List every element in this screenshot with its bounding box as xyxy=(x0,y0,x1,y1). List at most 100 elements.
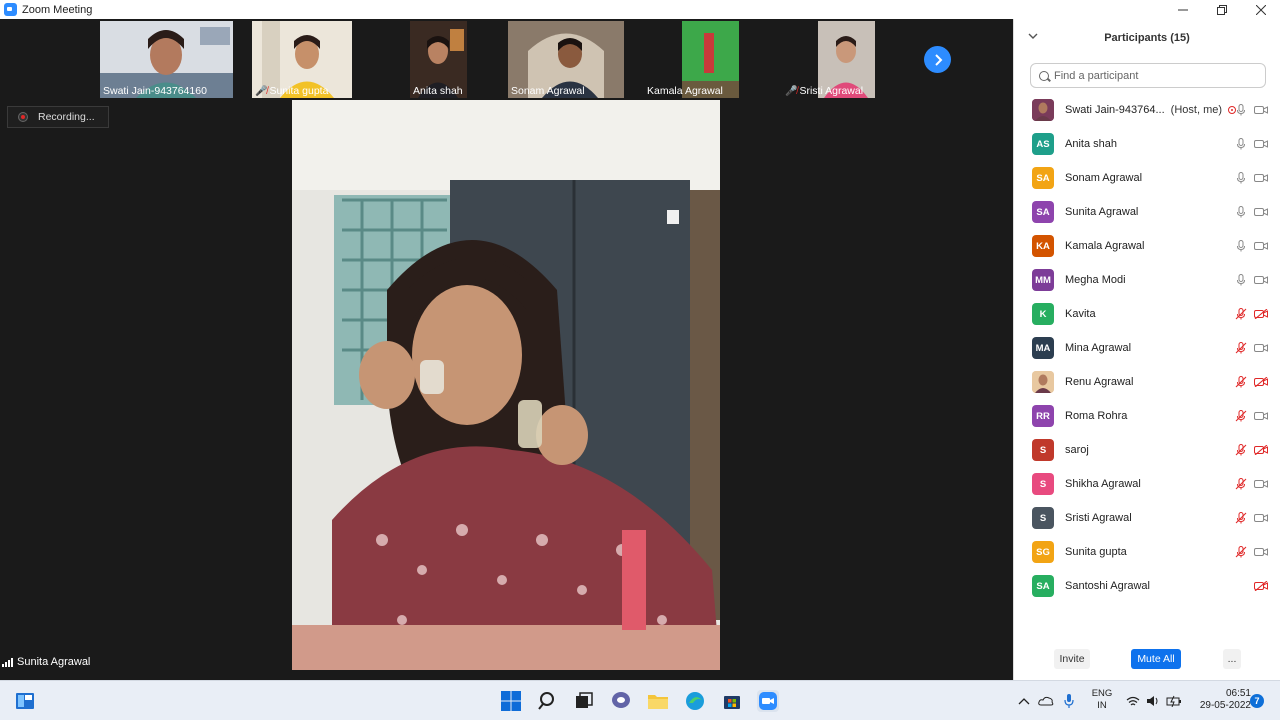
mic-muted-icon[interactable] xyxy=(1235,342,1247,354)
maximize-button[interactable] xyxy=(1202,0,1241,19)
microphone-icon[interactable] xyxy=(1235,138,1247,150)
mic-muted-icon[interactable] xyxy=(1235,410,1247,422)
thumbnail-name: Anita shah xyxy=(413,85,463,97)
mute-all-button[interactable]: Mute All xyxy=(1131,649,1181,669)
mic-muted-icon[interactable] xyxy=(1235,478,1247,490)
microphone-icon[interactable] xyxy=(1235,274,1247,286)
video-off-icon[interactable] xyxy=(1254,377,1268,387)
active-speaker-name: Sunita Agrawal xyxy=(17,656,91,668)
edge-browser-button[interactable] xyxy=(684,690,706,712)
participant-row[interactable]: S Shikha Agrawal xyxy=(1014,467,1280,501)
microphone-icon[interactable] xyxy=(1235,172,1247,184)
video-camera-icon[interactable] xyxy=(1254,275,1268,285)
mic-muted-icon[interactable] xyxy=(1235,376,1247,388)
video-camera-icon[interactable] xyxy=(1254,139,1268,149)
microphone-icon[interactable] xyxy=(1235,240,1247,252)
onedrive-button[interactable] xyxy=(1038,681,1054,720)
mic-muted-icon[interactable] xyxy=(1235,546,1247,558)
mic-muted-icon[interactable] xyxy=(1235,512,1247,524)
participant-row[interactable]: SA Sunita Agrawal xyxy=(1014,195,1280,229)
volume-button[interactable] xyxy=(1146,681,1160,720)
chat-button[interactable] xyxy=(610,690,632,712)
more-options-button[interactable]: ... xyxy=(1223,649,1241,669)
mic-muted-icon[interactable] xyxy=(1235,444,1247,456)
notification-badge[interactable]: 7 xyxy=(1250,694,1264,708)
zoom-taskbar-button[interactable] xyxy=(757,690,779,712)
video-camera-icon[interactable] xyxy=(1254,479,1268,489)
video-camera-icon[interactable] xyxy=(1254,513,1268,523)
participant-search[interactable] xyxy=(1030,63,1266,88)
avatar: S xyxy=(1032,473,1054,495)
input-language-indicator[interactable]: ENG IN xyxy=(1089,688,1115,712)
chat-icon xyxy=(612,692,630,708)
participant-row[interactable]: MA Mina Agrawal xyxy=(1014,331,1280,365)
clock[interactable]: 06:51 29-05-2022 xyxy=(1189,688,1251,712)
invite-button[interactable]: Invite xyxy=(1054,649,1090,669)
participant-row[interactable]: S Sristi Agrawal xyxy=(1014,501,1280,535)
task-view-button[interactable] xyxy=(573,690,595,712)
avatar: K xyxy=(1032,303,1054,325)
record-icon xyxy=(18,112,28,122)
restore-icon xyxy=(1216,4,1227,15)
microphone-icon[interactable] xyxy=(1235,104,1247,116)
participant-row[interactable]: SA Santoshi Agrawal xyxy=(1014,569,1280,603)
participant-name: saroj xyxy=(1065,444,1089,456)
participant-name: Anita shah xyxy=(1065,138,1117,150)
video-thumbnail[interactable]: 🎤̸ Sunita gupta xyxy=(252,21,352,98)
store-button[interactable] xyxy=(721,690,743,712)
search-taskbar-button[interactable] xyxy=(537,690,559,712)
minimize-button[interactable] xyxy=(1163,0,1202,19)
participant-row[interactable]: SA Sonam Agrawal xyxy=(1014,161,1280,195)
show-hidden-icons-button[interactable] xyxy=(1018,681,1030,720)
video-thumbnail[interactable]: 🎤̸ Sristi Agrawal xyxy=(782,21,875,98)
participant-row[interactable]: Ssaroj xyxy=(1014,433,1280,467)
video-camera-icon[interactable] xyxy=(1254,207,1268,217)
mic-muted-icon[interactable] xyxy=(1235,308,1247,320)
participant-row[interactable]: MM Megha Modi xyxy=(1014,263,1280,297)
recording-indicator[interactable]: Recording... xyxy=(7,106,109,128)
participant-row[interactable]: K Kavita xyxy=(1014,297,1280,331)
participant-row[interactable]: Swati Jain-943764... (Host, me) xyxy=(1014,93,1280,127)
avatar-photo xyxy=(1032,371,1054,393)
widgets-button[interactable] xyxy=(14,690,36,712)
microphone-icon[interactable] xyxy=(1235,206,1247,218)
participants-panel: Participants (15) Swati Jain-943764... (H… xyxy=(1013,19,1280,680)
microphone-tray-button[interactable] xyxy=(1063,681,1075,720)
participant-row[interactable]: KA Kamala Agrawal xyxy=(1014,229,1280,263)
taskbar: ENG IN 06:51 29-05-2022 7 xyxy=(0,680,1280,720)
video-camera-icon[interactable] xyxy=(1254,343,1268,353)
video-off-icon[interactable] xyxy=(1254,445,1268,455)
start-button[interactable] xyxy=(500,690,522,712)
wifi-button[interactable] xyxy=(1126,681,1140,720)
participant-row[interactable]: RR Roma Rohra xyxy=(1014,399,1280,433)
avatar: SA xyxy=(1032,167,1054,189)
avatar: SG xyxy=(1032,541,1054,563)
battery-button[interactable] xyxy=(1166,681,1182,720)
video-off-icon[interactable] xyxy=(1254,309,1268,319)
search-icon xyxy=(538,692,554,710)
next-page-button[interactable] xyxy=(924,46,951,73)
file-explorer-button[interactable] xyxy=(647,690,669,712)
participant-row[interactable]: Renu Agrawal xyxy=(1014,365,1280,399)
video-thumbnail[interactable]: Kamala Agrawal xyxy=(644,21,739,98)
search-input[interactable] xyxy=(1054,69,1254,82)
participant-row[interactable]: SG Sunita gupta xyxy=(1014,535,1280,569)
video-camera-icon[interactable] xyxy=(1254,411,1268,421)
video-camera-icon[interactable] xyxy=(1254,241,1268,251)
chevron-right-icon xyxy=(934,53,942,66)
mic-muted-icon: 🎤̸ xyxy=(255,85,268,97)
recording-label: Recording... xyxy=(38,111,95,123)
close-button[interactable] xyxy=(1241,0,1280,19)
participant-row[interactable]: AS Anita shah xyxy=(1014,127,1280,161)
video-camera-icon[interactable] xyxy=(1254,105,1268,115)
collapse-chevron-button[interactable] xyxy=(1028,31,1038,43)
video-camera-icon[interactable] xyxy=(1254,547,1268,557)
language-code: ENG xyxy=(1091,688,1113,699)
video-thumbnail[interactable]: Sonam Agrawal xyxy=(508,21,624,98)
video-thumbnail[interactable]: Swati Jain-943764160 xyxy=(100,21,233,98)
video-thumbnail[interactable]: Anita shah xyxy=(410,21,467,98)
video-camera-icon[interactable] xyxy=(1254,173,1268,183)
participant-name: Swati Jain-943764... xyxy=(1065,104,1165,116)
video-off-icon[interactable] xyxy=(1254,581,1268,591)
participant-name: Mina Agrawal xyxy=(1065,342,1132,354)
